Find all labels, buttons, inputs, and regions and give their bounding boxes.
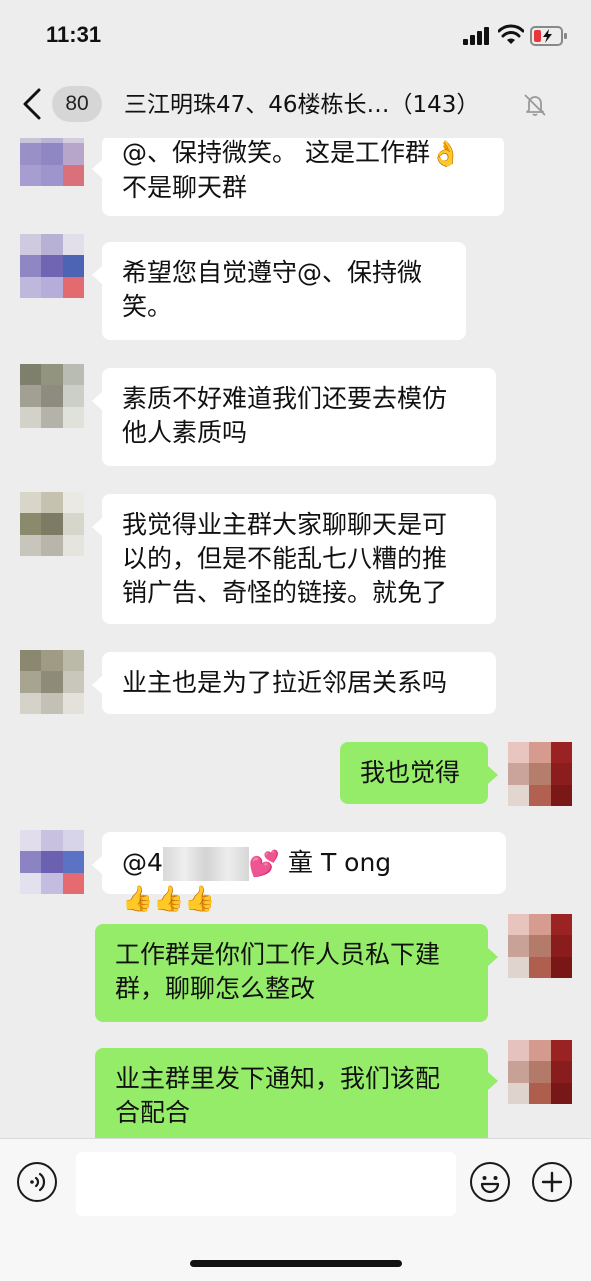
message-bubble[interactable]: 我觉得业主群大家聊聊天是可 以的，但是不能乱七八糟的推 销广告、奇怪的链接。就免… bbox=[92, 494, 496, 624]
message-text-line: 我觉得业主群大家聊聊天是可 bbox=[122, 510, 448, 539]
message-bubble[interactable]: 素质不好难道我们还要去模仿 他人素质吗 bbox=[92, 368, 496, 466]
thumbs-up-emoji: 👍👍👍 bbox=[122, 884, 216, 913]
message-bubble[interactable]: @4 💕 童 T ong 👍👍👍 bbox=[92, 832, 506, 913]
message-text-line: 群，聊聊怎么整改 bbox=[115, 974, 316, 1003]
avatar[interactable] bbox=[20, 138, 84, 186]
bell-muted-icon bbox=[524, 94, 546, 116]
message-text-line: 希望您自觉遵守@、保持微 bbox=[122, 258, 423, 287]
wifi-icon bbox=[498, 24, 524, 44]
cellular-signal-icon bbox=[463, 27, 489, 45]
message-bubble[interactable]: 希望您自觉遵守@、保持微 笑。 bbox=[92, 242, 466, 340]
message-text-line: 不是聊天群 bbox=[122, 173, 248, 202]
avatar[interactable] bbox=[20, 492, 84, 556]
message-text-line: 合配合 bbox=[115, 1098, 191, 1127]
ok-hand-emoji: 👌 bbox=[429, 139, 462, 168]
emoji-icon[interactable] bbox=[470, 1162, 510, 1202]
battery-charging-icon bbox=[530, 26, 567, 46]
avatar[interactable] bbox=[20, 234, 84, 298]
own-avatar[interactable] bbox=[508, 914, 572, 978]
home-indicator[interactable] bbox=[190, 1260, 402, 1267]
plus-icon[interactable] bbox=[532, 1162, 572, 1202]
group-title[interactable]: 三江明珠47、46楼栋长…（143） bbox=[124, 88, 524, 122]
mention-name: 童 T ong bbox=[288, 848, 392, 877]
pixelated-username bbox=[162, 847, 249, 881]
message-bubble[interactable]: @、保持微笑。 这是工作群👌 不是聊天群 bbox=[92, 138, 504, 216]
message-text-line: 工作群是你们工作人员私下建 bbox=[115, 940, 441, 969]
avatar[interactable] bbox=[20, 364, 84, 428]
mention-prefix: @4 bbox=[122, 848, 163, 877]
message-text-line: 素质不好难道我们还要去模仿 bbox=[122, 384, 448, 413]
message-text-line: 我也觉得 bbox=[360, 758, 461, 787]
status-bar: 11:31 bbox=[0, 0, 591, 72]
message-text-line: 业主群里发下通知，我们该配 bbox=[115, 1064, 441, 1093]
two-hearts-emoji: 💕 bbox=[248, 849, 281, 878]
message-text-line: 笑。 bbox=[122, 292, 173, 321]
voice-icon[interactable] bbox=[17, 1162, 57, 1202]
message-text-line: 业主也是为了拉近邻居关系吗 bbox=[122, 668, 448, 697]
message-text-line: 销广告、奇怪的链接。就免了 bbox=[122, 578, 448, 607]
status-time: 11:31 bbox=[46, 22, 102, 47]
message-bubble[interactable]: 业主也是为了拉近邻居关系吗 bbox=[92, 652, 496, 714]
own-message-bubble[interactable]: 我也觉得 bbox=[340, 742, 498, 804]
message-input[interactable] bbox=[76, 1152, 456, 1216]
message-text-line: 他人素质吗 bbox=[122, 418, 248, 447]
own-avatar[interactable] bbox=[508, 742, 572, 806]
message-text-line: 以的，但是不能乱七八糟的推 bbox=[122, 544, 448, 573]
unread-count-badge[interactable]: 80 bbox=[52, 86, 102, 122]
own-message-bubble[interactable]: 业主群里发下通知，我们该配 合配合 bbox=[95, 1048, 498, 1138]
avatar[interactable] bbox=[20, 830, 84, 894]
message-list[interactable]: @、保持微笑。 这是工作群👌 不是聊天群 希望您自觉遵守@、保持微 笑。 素质不… bbox=[0, 138, 591, 1138]
avatar[interactable] bbox=[20, 650, 84, 714]
own-message-bubble[interactable]: 工作群是你们工作人员私下建 群，聊聊怎么整改 bbox=[95, 924, 498, 1022]
back-icon[interactable] bbox=[22, 88, 42, 120]
own-avatar[interactable] bbox=[508, 1040, 572, 1104]
message-text-line: @、保持微笑。 这是工作群 bbox=[122, 138, 430, 167]
